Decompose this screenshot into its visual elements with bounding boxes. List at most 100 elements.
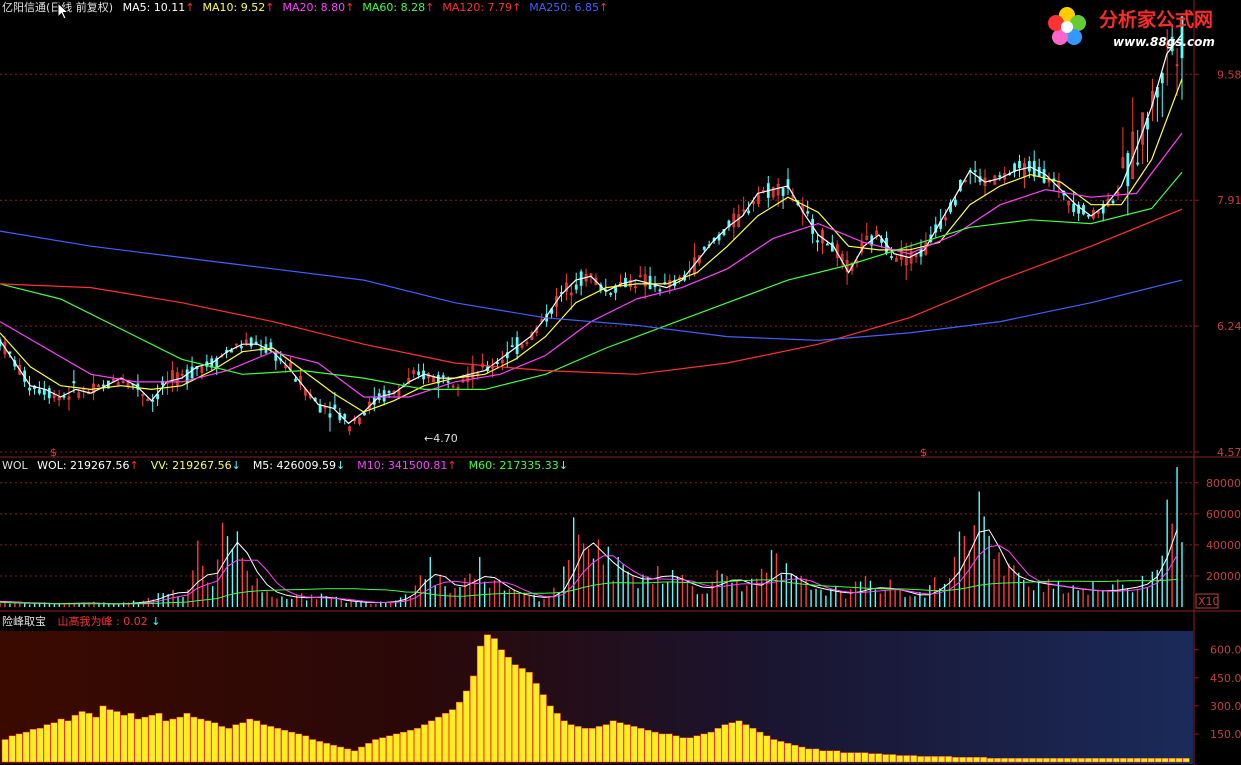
indicator-bar: [1126, 758, 1134, 763]
ma-line-ma120: [0, 208, 1183, 375]
candle-body: [47, 388, 51, 399]
indicator-bar: [924, 756, 932, 763]
volume-title: WOL: [2, 459, 29, 472]
ma-legend-arrow: ↑: [185, 1, 194, 14]
indicator-bar: [29, 729, 37, 763]
indicator-bar: [840, 752, 848, 763]
indicator-bar: [560, 720, 568, 763]
vol-legend-vv: VV: 219267.56: [151, 459, 232, 472]
indicator-bar: [665, 733, 673, 763]
ma-line-ma10: [0, 78, 1183, 413]
candle-body: [446, 380, 450, 383]
indicator-bar: [232, 724, 240, 763]
indicator-bar: [805, 748, 813, 763]
vol-legend-wol: WOL: 219267.56: [37, 459, 129, 472]
price-header: 亿阳信通(日线 前复权) MA5: 10.11↑ MA10: 9.52↑ MA20:…: [2, 0, 608, 14]
indicator-y-axis: 600.0 450.0 300.0 150.0: [1194, 644, 1241, 741]
indicator-header: 险峰取宝 山高我为峰 : 0.02 ↓: [2, 614, 160, 628]
indicator-bar: [903, 755, 911, 763]
indicator-bar: [295, 733, 303, 763]
price-tick-label: 6.24: [1217, 320, 1241, 333]
indicator-bar: [253, 720, 261, 763]
indicator-series-value: 0.02: [123, 615, 148, 628]
indicator-bar: [197, 718, 205, 763]
indicator-bar: [728, 722, 736, 763]
indicator-bar: [393, 733, 400, 763]
candle-body: [1027, 161, 1031, 172]
ma-legend-arrow: ↑: [512, 1, 521, 14]
indicator-bar: [92, 716, 100, 763]
indicator-bar: [1077, 758, 1085, 763]
candle-body: [387, 391, 391, 393]
volume-grid: [0, 482, 1194, 577]
indicator-bar: [1008, 758, 1015, 763]
indicator-bar: [246, 718, 254, 763]
candle-body: [973, 170, 977, 173]
indicator-bar: [966, 757, 974, 763]
candle-body: [1136, 162, 1140, 165]
vol-legend-arrow: ↓: [559, 459, 568, 472]
ma-legend-arrow: ↑: [425, 1, 434, 14]
ma-line-ma250: [0, 230, 1183, 342]
indicator-bar: [190, 716, 198, 763]
indicator-bar: [861, 752, 869, 763]
indicator-bar: [952, 757, 960, 763]
indicator-bar: [211, 722, 219, 763]
vol-legend-m10: M10: 341500.81: [357, 459, 447, 472]
ma-legend-arrow: ↑: [599, 1, 608, 14]
price-tick-label: 9.58: [1217, 68, 1241, 81]
mouse-cursor-icon: [57, 2, 69, 20]
indicator-bar: [1091, 758, 1099, 763]
indicator-bar: [693, 735, 701, 763]
indicator-bar: [1098, 758, 1106, 763]
price-grid: [0, 73, 1194, 453]
indicator-bar: [784, 743, 792, 763]
indicator-bar: [945, 756, 953, 763]
indicator-bar: [714, 728, 722, 763]
indicator-bar: [826, 750, 834, 763]
candle-body: [328, 413, 332, 418]
indicator-bar: [78, 711, 86, 763]
vol-legend-arrow: ↑: [130, 459, 139, 472]
candle-body: [1072, 203, 1076, 213]
indicator-tick-label: 300.0: [1210, 700, 1241, 713]
indicator-bar: [1119, 758, 1127, 763]
volume-y-axis: 80000 60000 40000 20000: [1194, 477, 1241, 583]
candle-body: [806, 211, 810, 214]
indicator-bar: [162, 720, 170, 763]
indicator-bar: [1175, 758, 1183, 763]
indicator-bar: [71, 714, 79, 763]
indicator-bar: [274, 728, 282, 763]
low-price-annotation: ←4.70: [424, 432, 458, 445]
indicator-bar: [518, 668, 526, 763]
candle-body: [1111, 200, 1115, 204]
indicator-bar: [36, 728, 44, 763]
volume-tick-label: 60000: [1206, 508, 1241, 521]
indicator-bar: [651, 731, 659, 763]
candle-body: [42, 389, 46, 395]
candle-body: [1018, 160, 1021, 169]
price-tick-label: 7.91: [1217, 194, 1241, 207]
candle-body: [254, 341, 258, 344]
indicator-bar: [504, 656, 512, 763]
ma-legend-arrow: ↑: [345, 1, 354, 14]
stock-chart: 9.58 7.91 6.24 4.57 80000 60000 40000 20000 60…: [0, 0, 1241, 765]
indicator-bar: [1154, 758, 1162, 763]
indicator-bar: [770, 739, 778, 763]
indicator-bar: [1049, 758, 1057, 763]
candle-body: [28, 387, 31, 391]
indicator-bar: [700, 733, 708, 763]
signal-marker-left: $: [50, 446, 57, 459]
site-logo: 分析家公式网 www.88gs.com: [1048, 7, 1215, 49]
indicator-bar: [1133, 758, 1141, 763]
candle-body: [318, 405, 322, 413]
candle-body: [294, 378, 297, 382]
indicator-bar: [574, 726, 582, 763]
indicator-bar: [106, 709, 114, 763]
indicator-bar: [763, 735, 771, 763]
indicator-bar: [896, 755, 904, 763]
indicator-bar: [43, 724, 51, 763]
indicator-bar: [155, 713, 163, 763]
volume-tick-label: 40000: [1206, 539, 1241, 552]
indicator-title: 险峰取宝: [2, 614, 46, 628]
